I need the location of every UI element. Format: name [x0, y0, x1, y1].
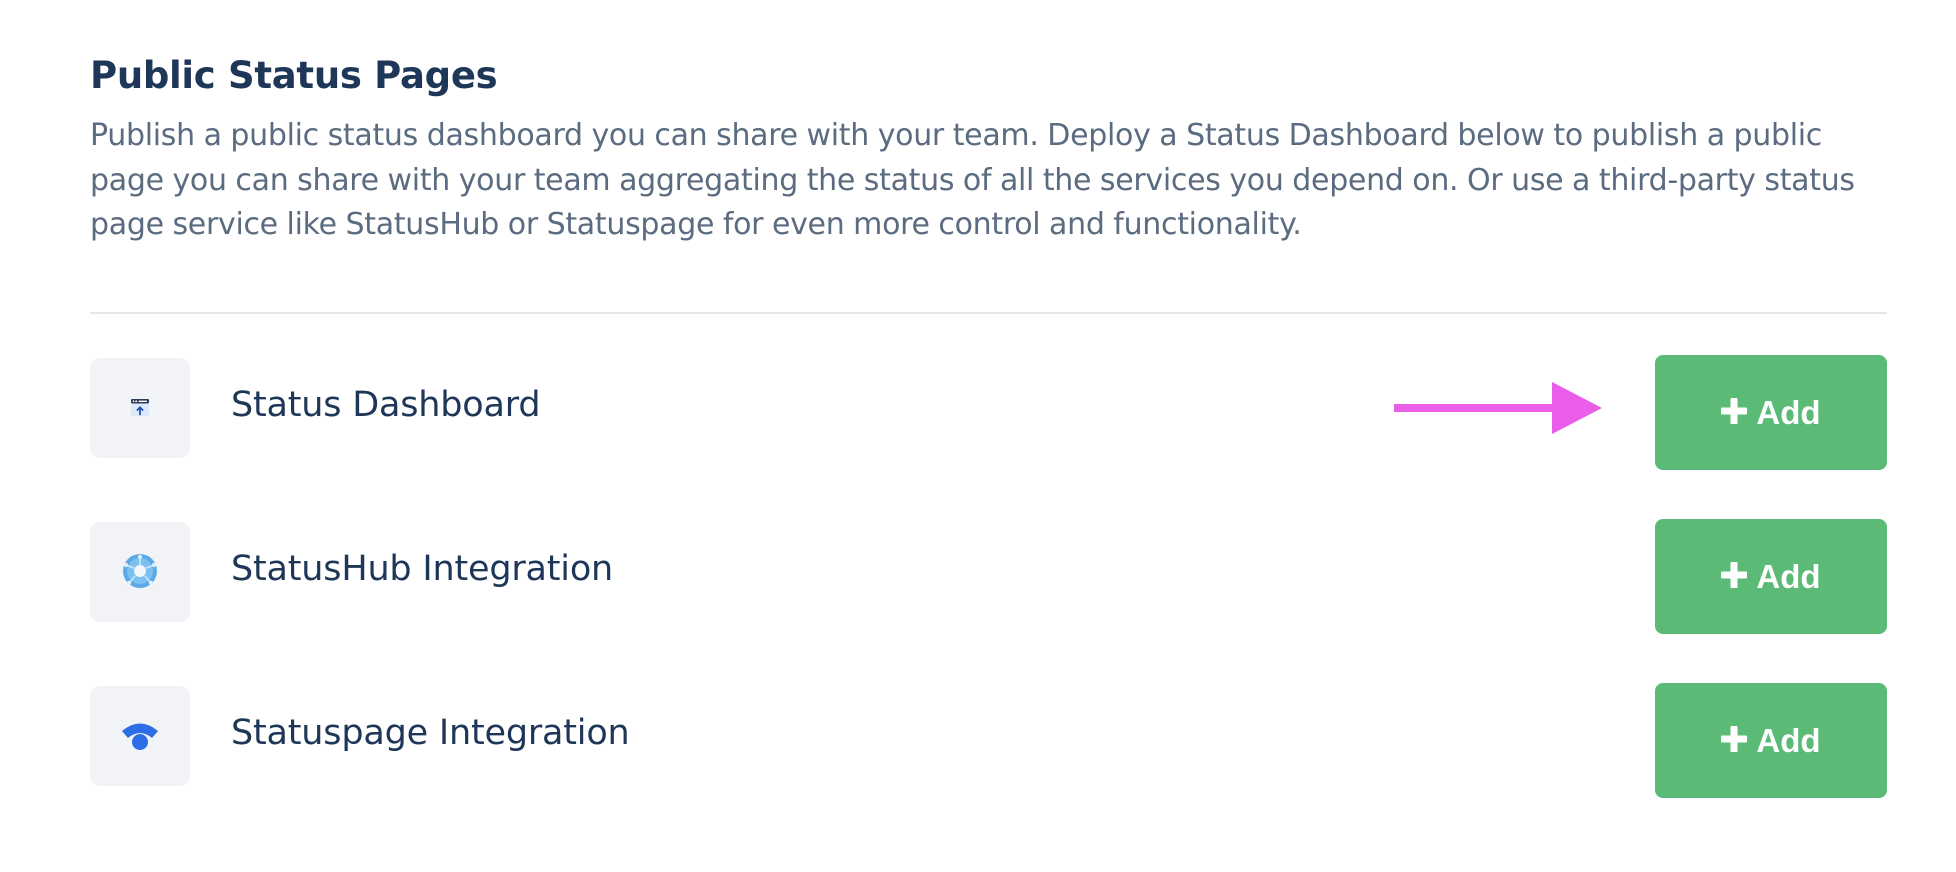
- pointer-arrow-icon: [1394, 382, 1602, 434]
- statushub-icon: [90, 522, 190, 622]
- add-button-label: Add: [1756, 721, 1821, 759]
- add-status-dashboard-button[interactable]: Add: [1655, 355, 1887, 470]
- statuspage-icon: [90, 686, 190, 786]
- integration-row-statushub: StatusHub Integration Add: [90, 519, 1887, 635]
- add-button-label: Add: [1756, 557, 1821, 595]
- add-statushub-button[interactable]: Add: [1655, 519, 1887, 634]
- divider: [90, 312, 1887, 314]
- plus-icon: [1721, 562, 1748, 588]
- integration-label: StatusHub Integration: [231, 549, 614, 589]
- integration-row-statuspage: Statuspage Integration Add: [90, 683, 1887, 799]
- add-statuspage-button[interactable]: Add: [1655, 683, 1887, 798]
- plus-icon: [1721, 726, 1748, 752]
- integration-row-status-dashboard: Status Dashboard Add: [90, 355, 1887, 471]
- status-dashboard-icon: [90, 358, 190, 458]
- page-description: Publish a public status dashboard you ca…: [90, 118, 1855, 242]
- integration-label: Status Dashboard: [231, 385, 541, 425]
- plus-icon: [1721, 398, 1748, 424]
- page-title: Public Status Pages: [90, 54, 498, 97]
- add-button-label: Add: [1756, 393, 1821, 431]
- integration-label: Statuspage Integration: [231, 713, 630, 753]
